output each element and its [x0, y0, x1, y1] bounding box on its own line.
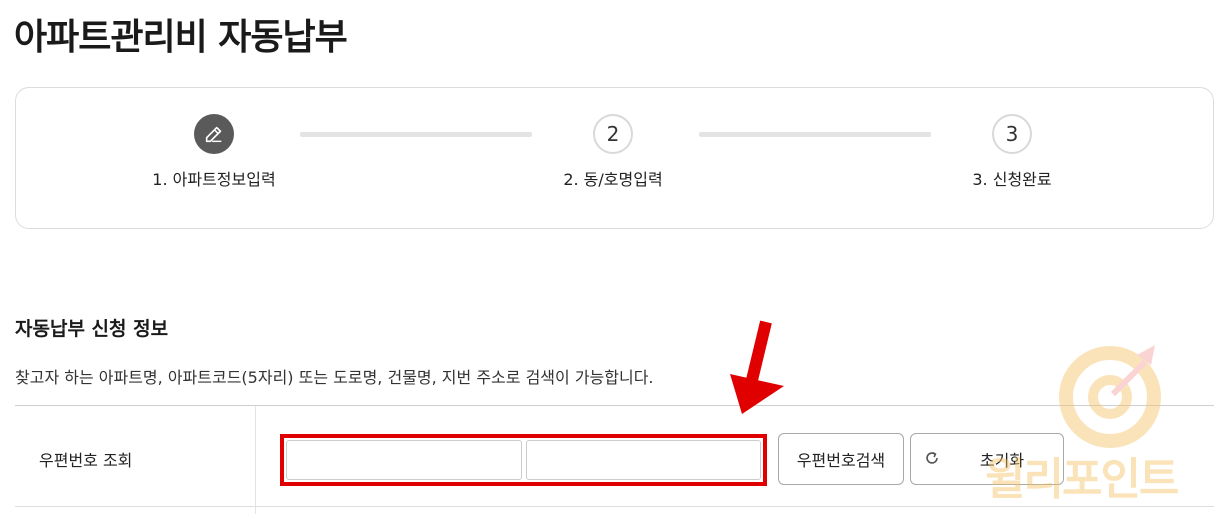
- step-3-circle: 3: [992, 114, 1032, 154]
- section-description: 찾고자 하는 아파트명, 아파트코드(5자리) 또는 도로명, 건물명, 지번 …: [15, 368, 654, 387]
- page-title: 아파트관리비 자동납부: [14, 17, 348, 58]
- step-1-circle: [194, 114, 234, 154]
- zip-search-button[interactable]: 우편번호검색: [778, 433, 904, 485]
- step-1-label: 1. 아파트정보입력: [152, 170, 276, 189]
- pencil-icon: [205, 126, 222, 143]
- step-connector-2: [699, 132, 931, 137]
- zip-highlight-box: [280, 434, 767, 486]
- zip-search-label: 우편번호 조회: [39, 451, 133, 470]
- zip-code-input-2[interactable]: [526, 440, 761, 480]
- step-3-label: 3. 신청완료: [972, 170, 1052, 189]
- step-2-circle: 2: [593, 114, 633, 154]
- red-arrow-annotation: [730, 320, 784, 414]
- refresh-icon: [926, 451, 938, 464]
- step-progress-card: 1. 아파트정보입력 2 2. 동/호명입력 3 3. 신청완료: [15, 87, 1214, 229]
- step-3: 3 3. 신청완료: [912, 114, 1112, 190]
- form-label-cell: 우편번호 조회: [15, 406, 256, 514]
- step-2-label: 2. 동/호명입력: [563, 170, 663, 189]
- section-title: 자동납부 신청 정보: [15, 318, 169, 340]
- step-2: 2 2. 동/호명입력: [513, 114, 713, 190]
- watermark-text: 윌리포인트: [985, 454, 1179, 505]
- step-connector-1: [300, 132, 532, 137]
- step-1: 1. 아파트정보입력: [114, 114, 314, 190]
- zip-code-input-1[interactable]: [286, 440, 522, 480]
